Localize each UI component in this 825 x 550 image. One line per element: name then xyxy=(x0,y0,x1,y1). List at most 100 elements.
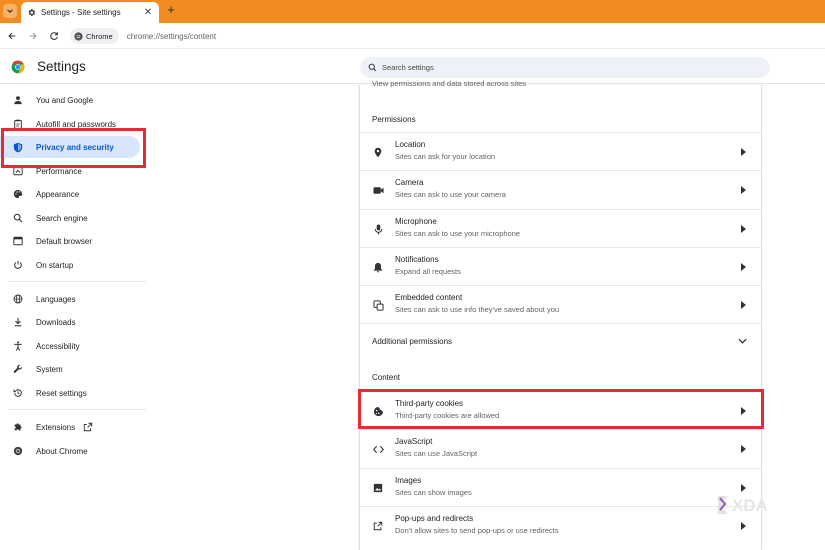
arrow-right-icon xyxy=(739,444,747,454)
browser-tab-site-settings[interactable]: Settings - Site settings ✕ xyxy=(21,2,159,23)
arrow-left-icon xyxy=(8,32,16,40)
content-heading: Content xyxy=(372,373,401,382)
sidebar-item-search-engine[interactable]: Search engine xyxy=(0,207,148,229)
sidebar-item-label: System xyxy=(36,364,63,374)
row-subtitle: Sites can ask to use your camera xyxy=(395,190,506,199)
sidebar-item-languages[interactable]: Languages xyxy=(0,288,148,310)
sidebar-item-downloads[interactable]: Downloads xyxy=(0,311,148,333)
sidebar-item-label: Reset settings xyxy=(36,388,87,398)
reload-button[interactable] xyxy=(47,29,61,43)
arrow-right-icon xyxy=(739,300,747,310)
sidebar-item-appearance[interactable]: Appearance xyxy=(0,183,148,205)
permission-row-notifications[interactable]: Notifications Expand all requests xyxy=(360,247,761,285)
sidebar-item-on-startup[interactable]: On startup xyxy=(0,254,148,276)
sidebar-item-label: Extensions xyxy=(36,422,76,432)
globe-icon xyxy=(12,293,24,305)
sidebar-divider xyxy=(8,281,146,282)
sidebar-item-you-and-google[interactable]: You and Google xyxy=(0,89,148,111)
accessibility-icon xyxy=(12,340,24,352)
back-button[interactable] xyxy=(5,29,19,43)
new-tab-button[interactable]: + xyxy=(164,3,178,17)
chrome-logo-icon xyxy=(74,31,83,41)
sidebar-item-label: Accessibility xyxy=(36,341,80,351)
open-in-new-icon xyxy=(83,422,93,432)
microphone-icon xyxy=(372,223,384,235)
arrow-right-icon xyxy=(29,32,37,40)
reload-icon xyxy=(50,32,58,40)
embedded-content-icon xyxy=(372,299,384,311)
chevron-down-icon xyxy=(737,336,747,346)
highlight-third-party-cookies xyxy=(358,389,764,429)
site-settings-card: View permissions and data stored across … xyxy=(359,79,762,550)
permission-row-microphone[interactable]: Microphone Sites can ask to use your mic… xyxy=(360,209,761,247)
chevron-down-icon xyxy=(7,9,13,13)
arrow-right-icon xyxy=(739,262,747,272)
image-icon xyxy=(372,482,384,494)
content-row-popups-and-redirects[interactable]: Pop-ups and redirects Don't allow sites … xyxy=(360,506,761,544)
download-icon xyxy=(12,316,24,328)
permission-row-embedded-content[interactable]: Embedded content Sites can ask to use in… xyxy=(360,285,761,323)
row-title: Embedded content xyxy=(395,293,463,302)
sidebar-item-label: Default browser xyxy=(36,236,93,246)
tab-search-button[interactable] xyxy=(3,4,17,18)
sidebar-item-about-chrome[interactable]: About Chrome xyxy=(0,440,148,462)
gear-icon xyxy=(28,9,36,16)
arrow-right-icon xyxy=(739,224,747,234)
row-subtitle: Sites can ask for your location xyxy=(395,152,496,161)
additional-permissions-expander[interactable]: Additional permissions xyxy=(360,323,761,359)
clipped-description: View permissions and data stored across … xyxy=(372,79,527,88)
sidebar-item-default-browser[interactable]: Default browser xyxy=(0,230,148,252)
sidebar-item-extensions[interactable]: Extensions xyxy=(0,416,148,438)
chrome-logo-icon xyxy=(12,445,24,457)
browser-icon xyxy=(12,235,24,247)
history-icon xyxy=(12,387,24,399)
row-title: Images xyxy=(395,476,422,485)
address-bar[interactable]: Chrome chrome://settings/content xyxy=(70,26,825,46)
search-icon xyxy=(12,212,24,224)
forward-button[interactable] xyxy=(26,29,40,43)
row-title: Pop-ups and redirects xyxy=(395,514,474,523)
search-input[interactable] xyxy=(382,63,742,72)
row-subtitle: Expand all requests xyxy=(395,267,461,276)
settings-search[interactable] xyxy=(360,57,770,78)
permissions-heading: Permissions xyxy=(372,115,416,124)
additional-permissions-label: Additional permissions xyxy=(372,337,453,346)
puzzle-icon xyxy=(12,421,24,433)
location-pin-icon xyxy=(372,146,384,158)
sidebar-item-accessibility[interactable]: Accessibility xyxy=(0,335,148,357)
arrow-right-icon xyxy=(739,185,747,195)
site-info-chip[interactable]: Chrome xyxy=(70,28,119,44)
row-title: JavaScript xyxy=(395,437,433,446)
tab-strip: Settings - Site settings ✕ + xyxy=(0,0,825,23)
search-icon xyxy=(368,63,377,72)
permission-row-location[interactable]: Location Sites can ask for your location xyxy=(360,132,761,170)
sidebar-item-system[interactable]: System xyxy=(0,358,148,380)
xda-watermark: XDA xyxy=(716,492,796,516)
row-title: Location xyxy=(395,140,426,149)
sidebar-item-label: You and Google xyxy=(36,95,94,105)
xda-logo-icon: XDA xyxy=(718,496,768,515)
arrow-right-icon xyxy=(739,147,747,157)
content-row-images[interactable]: Images Sites can show images xyxy=(360,468,761,506)
sidebar-item-label: Downloads xyxy=(36,317,76,327)
sidebar-item-label: Appearance xyxy=(36,189,80,199)
row-subtitle: Sites can ask to use info they've saved … xyxy=(395,305,560,314)
permission-row-camera[interactable]: Camera Sites can ask to use your camera xyxy=(360,170,761,208)
sidebar-item-label: On startup xyxy=(36,260,74,270)
tab-title: Settings - Site settings xyxy=(41,8,121,17)
arrow-right-icon xyxy=(739,521,747,531)
power-icon xyxy=(12,259,24,271)
content-row-javascript[interactable]: JavaScript Sites can use JavaScript xyxy=(360,429,761,467)
wrench-icon xyxy=(12,363,24,375)
person-icon xyxy=(12,94,24,106)
row-subtitle: Sites can show images xyxy=(395,488,472,497)
url-text[interactable]: chrome://settings/content xyxy=(127,32,216,41)
sidebar-item-label: Languages xyxy=(36,294,76,304)
camera-icon xyxy=(372,184,384,196)
sidebar-item-reset-settings[interactable]: Reset settings xyxy=(0,382,148,404)
close-tab-icon[interactable]: ✕ xyxy=(142,6,154,18)
row-subtitle: Don't allow sites to send pop-ups or use… xyxy=(395,526,559,535)
code-icon xyxy=(372,443,384,455)
row-subtitle: Sites can ask to use your microphone xyxy=(395,229,521,238)
row-subtitle: Sites can use JavaScript xyxy=(395,449,478,458)
